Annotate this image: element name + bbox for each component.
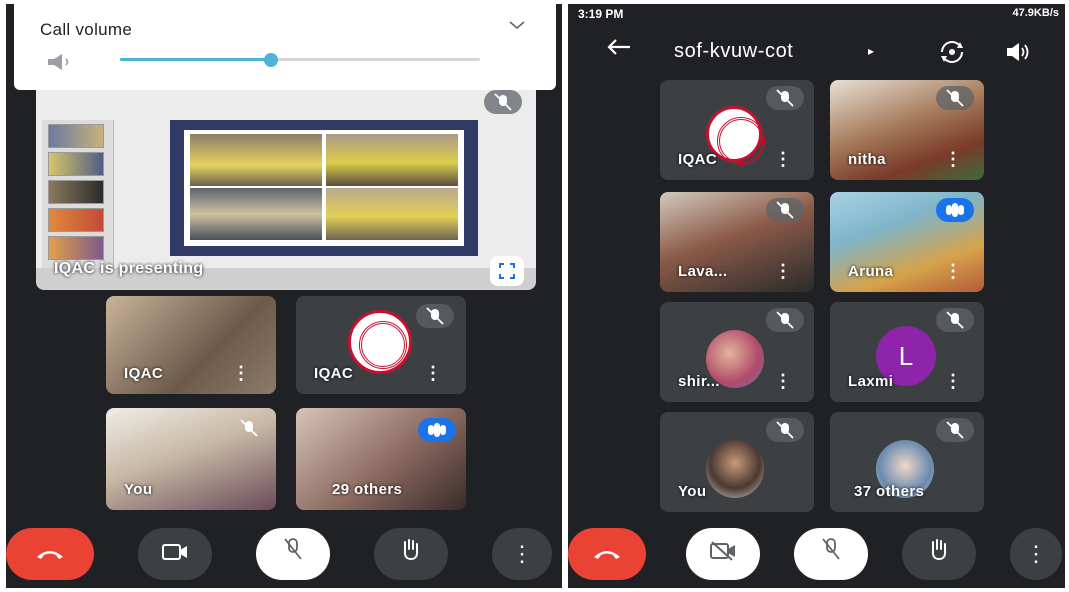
slide-thumbnail	[48, 180, 104, 204]
mic-off-icon	[284, 538, 302, 560]
participant-name: IQAC	[678, 151, 718, 168]
participant-tile[interactable]: You	[106, 408, 276, 510]
slide-thumbnail	[48, 152, 104, 176]
more-options-button[interactable]: ⋮	[492, 528, 552, 580]
end-call-button[interactable]	[6, 528, 94, 580]
meeting-code[interactable]: sof-kvuw-cot	[674, 40, 793, 63]
meeting-top-bar: sof-kvuw-cot ▸	[568, 32, 1065, 72]
more-vert-icon[interactable]: ⋮	[944, 149, 962, 170]
mic-off-icon	[416, 304, 454, 328]
participant-tile[interactable]: IQAC ⋮	[296, 296, 466, 394]
event-photo	[326, 188, 458, 240]
mic-off-icon	[822, 538, 840, 560]
call-controls: ⋮	[568, 508, 1065, 588]
participant-tile[interactable]: 29 others	[296, 408, 466, 510]
camera-button[interactable]	[138, 528, 212, 580]
event-photo	[190, 134, 322, 186]
mic-off-icon	[936, 308, 974, 332]
end-call-icon	[594, 551, 620, 559]
participant-name: Lava...	[678, 263, 728, 280]
more-vert-icon[interactable]: ⋮	[232, 363, 250, 384]
back-arrow-icon[interactable]	[606, 36, 632, 64]
end-call-button[interactable]	[568, 528, 646, 580]
fullscreen-icon[interactable]	[490, 256, 524, 286]
call-controls: ⋮	[6, 508, 562, 588]
slide-thumbnail	[48, 236, 104, 260]
left-call-screen: Call volume IQAC is presenting IQAC ⋮ IQ…	[6, 4, 562, 588]
participant-name: shir...	[678, 373, 720, 390]
call-volume-panel: Call volume	[14, 4, 556, 90]
participant-tile[interactable]: IQAC ⋮	[106, 296, 276, 394]
speaker-icon[interactable]	[1004, 40, 1032, 64]
mic-off-icon	[766, 308, 804, 332]
volume-icon	[46, 52, 86, 72]
raise-hand-icon	[931, 539, 947, 561]
more-vert-icon[interactable]: ⋮	[774, 261, 792, 282]
others-count: 29 others	[332, 481, 403, 498]
status-bar: 3:19 PM 47.9KB/s	[568, 4, 1065, 26]
more-vert-icon[interactable]: ⋮	[424, 363, 442, 384]
more-vert-icon[interactable]: ⋮	[774, 371, 792, 392]
camera-button[interactable]	[686, 528, 760, 580]
mic-off-icon	[766, 418, 804, 442]
participant-tile[interactable]: Aruna ⋮	[830, 192, 984, 292]
event-photo	[326, 134, 458, 186]
microphone-button[interactable]	[794, 528, 868, 580]
participant-name: IQAC	[124, 365, 164, 382]
participant-name: You	[124, 481, 153, 498]
switch-camera-icon[interactable]	[938, 40, 966, 64]
participant-name: IQAC	[314, 365, 354, 382]
participant-tile[interactable]: shir... ⋮	[660, 302, 814, 402]
participant-name: Laxmi	[848, 373, 894, 390]
more-options-button[interactable]: ⋮	[1010, 528, 1062, 580]
slide-thumbnails	[42, 120, 114, 268]
speaking-indicator-icon	[418, 418, 456, 442]
raise-hand-button[interactable]	[902, 528, 976, 580]
mic-off-icon	[230, 416, 268, 440]
more-vert-icon[interactable]: ⋮	[774, 149, 792, 170]
participant-tile[interactable]: nitha ⋮	[830, 80, 984, 180]
volume-slider[interactable]	[120, 53, 480, 67]
status-time: 3:19 PM	[578, 7, 624, 21]
volume-slider-fill	[120, 58, 272, 61]
camera-off-icon	[710, 541, 735, 561]
participant-tile[interactable]: You	[660, 412, 814, 512]
slide-thumbnail	[48, 208, 104, 232]
camera-icon	[162, 544, 187, 560]
microphone-button[interactable]	[256, 528, 330, 580]
slide-thumbnail	[48, 124, 104, 148]
mic-off-icon	[484, 90, 522, 114]
others-count: 37 others	[854, 483, 925, 500]
mic-off-icon	[766, 198, 804, 222]
status-network-speed: 47.9KB/s	[1012, 7, 1059, 19]
slide-photo-collage	[170, 120, 478, 256]
participant-name: Aruna	[848, 263, 894, 280]
mic-off-icon	[936, 86, 974, 110]
mic-off-icon	[766, 86, 804, 110]
event-photo	[190, 188, 322, 240]
call-volume-title: Call volume	[40, 20, 133, 39]
presentation-tile[interactable]: IQAC is presenting	[36, 90, 536, 290]
presenting-label: IQAC is presenting	[54, 260, 204, 277]
more-vert-icon[interactable]: ⋮	[944, 261, 962, 282]
participant-name: nitha	[848, 151, 886, 168]
participant-tile[interactable]: Lava... ⋮	[660, 192, 814, 292]
chevron-down-icon[interactable]	[508, 18, 526, 36]
right-call-screen: 3:19 PM 47.9KB/s sof-kvuw-cot ▸ IQAC ⋮ n…	[568, 4, 1065, 588]
more-vert-icon[interactable]: ⋮	[944, 371, 962, 392]
participant-tile[interactable]: IQAC ⋮	[660, 80, 814, 180]
participant-name: You	[678, 483, 707, 500]
caret-right-icon[interactable]: ▸	[868, 44, 874, 58]
iqac-logo	[348, 310, 412, 374]
speaking-indicator-icon	[936, 198, 974, 222]
volume-slider-thumb[interactable]	[264, 53, 279, 67]
raise-hand-button[interactable]	[374, 528, 448, 580]
shared-slide-screen	[36, 90, 536, 268]
raise-hand-icon	[403, 539, 419, 561]
participant-tile[interactable]: L Laxmi ⋮	[830, 302, 984, 402]
avatar	[706, 440, 764, 498]
mic-off-icon	[936, 418, 974, 442]
participant-tile[interactable]: 37 others	[830, 412, 984, 512]
